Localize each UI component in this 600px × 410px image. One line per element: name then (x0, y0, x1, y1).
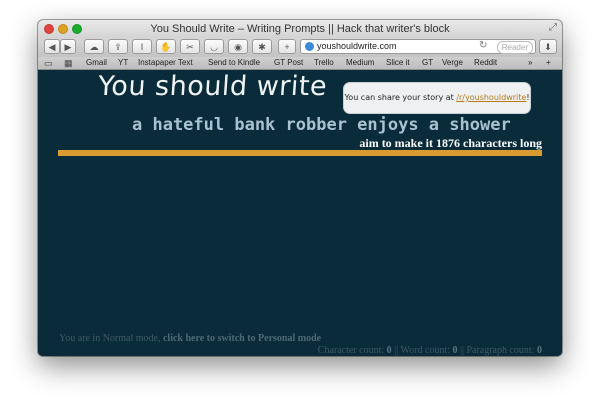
bookmark-verge[interactable]: Verge (442, 58, 463, 67)
subreddit-link[interactable]: /r/youshouldwrite (456, 93, 526, 102)
share-notice: You can share your story at /r/youshould… (343, 82, 531, 114)
reload-icon[interactable]: ↻ (479, 40, 487, 51)
title-bar: You Should Write – Writing Prompts || Ha… (38, 20, 562, 38)
asterisk-icon: ✱ (258, 42, 266, 52)
reader-button[interactable]: Reader (496, 41, 533, 54)
new-tab-button[interactable]: + (278, 39, 296, 54)
close-window-button[interactable] (44, 24, 54, 34)
bookmark-reddit[interactable]: Reddit (474, 58, 497, 67)
writing-prompt: a hateful bank robber enjoys a shower (132, 115, 511, 135)
page-content: You should write You can share your stor… (38, 70, 562, 356)
share-end: ! (526, 93, 530, 102)
minimize-window-button[interactable] (58, 24, 68, 34)
forward-icon: ▶ (64, 42, 72, 52)
hand-icon: ✋ (160, 42, 172, 52)
bookmark-trello[interactable]: Trello (314, 58, 334, 67)
icloud-button[interactable]: ☁ (84, 39, 104, 54)
hand-button[interactable]: ✋ (156, 39, 176, 54)
bookmark-gt-post[interactable]: GT Post (274, 58, 303, 67)
browser-toolbar: ◀ ▶ ☁ ⇪ I ✋ ✂ ◡ ◉ ✱ + youshouldwrite.com… (38, 38, 562, 57)
plus-icon: + (284, 42, 290, 52)
add-bookmark-icon[interactable]: + (546, 58, 551, 67)
site-title[interactable]: You should write (97, 71, 328, 102)
text-cursor-button[interactable]: I (132, 39, 152, 54)
address-bar[interactable]: youshouldwrite.com ↻ Reader (300, 39, 536, 54)
back-icon: ◀ (48, 42, 56, 52)
bookmark-yt[interactable]: YT (118, 58, 128, 67)
bookmark-gt[interactable]: GT (422, 58, 433, 67)
downloads-button[interactable]: ⬇ (539, 39, 557, 54)
bookmark-gmail[interactable]: Gmail (86, 58, 107, 67)
fullscreen-icon[interactable]: ⤢ (549, 22, 557, 33)
puzzle-extension-button[interactable]: ✱ (252, 39, 272, 54)
bookmark-send-to-kindle[interactable]: Send to Kindle (208, 58, 260, 67)
extension-button[interactable]: ◉ (228, 39, 248, 54)
share-button[interactable]: ⇪ (108, 39, 128, 54)
bookmark-slice-it[interactable]: Slice it (386, 58, 410, 67)
download-icon: ⬇ (544, 42, 552, 52)
cloud-icon: ☁ (89, 42, 99, 52)
forward-button[interactable]: ▶ (60, 39, 76, 54)
counts-line: Character count: 0 || Word count: 0 || P… (318, 345, 542, 356)
progress-divider (58, 150, 542, 156)
target-length-text: aim to make it 1876 characters long (359, 136, 542, 150)
browser-window: You Should Write – Writing Prompts || Ha… (38, 20, 562, 356)
paragraph-count: 0 (537, 345, 542, 356)
char-count-label: Character count: (317, 345, 387, 356)
scissors-icon: ✂ (186, 42, 194, 52)
grid-icon[interactable]: ▦ (64, 58, 73, 69)
pocket-icon: ◡ (210, 42, 218, 52)
switch-mode-link[interactable]: click here to switch to Personal mode (163, 333, 321, 344)
word-count-label: || Word count: (391, 345, 453, 356)
globe-icon (305, 42, 314, 51)
text-cursor-icon: I (140, 42, 144, 52)
bookmark-medium[interactable]: Medium (346, 58, 374, 67)
bookmarks-overflow-icon[interactable]: » (528, 58, 532, 67)
mode-line: You are in Normal mode, click here to sw… (59, 333, 321, 344)
bookmarks-bar: ▭ ▦ Gmail YT Instapaper Text Send to Kin… (38, 57, 562, 70)
zoom-window-button[interactable] (72, 24, 82, 34)
share-text: You can share your story at (344, 93, 457, 102)
back-button[interactable]: ◀ (44, 39, 60, 54)
mode-status: You are in Normal mode, (59, 333, 163, 344)
book-icon[interactable]: ▭ (44, 58, 53, 69)
share-icon: ⇪ (114, 42, 122, 52)
url-text: youshouldwrite.com (317, 41, 397, 51)
window-title: You Should Write – Writing Prompts || Ha… (150, 23, 450, 35)
pocket-button[interactable]: ◡ (204, 39, 224, 54)
bookmark-instapaper[interactable]: Instapaper Text (138, 58, 193, 67)
scissors-button[interactable]: ✂ (180, 39, 200, 54)
paragraph-count-label: || Paragraph count: (457, 345, 537, 356)
circle-logo-icon: ◉ (234, 42, 242, 52)
